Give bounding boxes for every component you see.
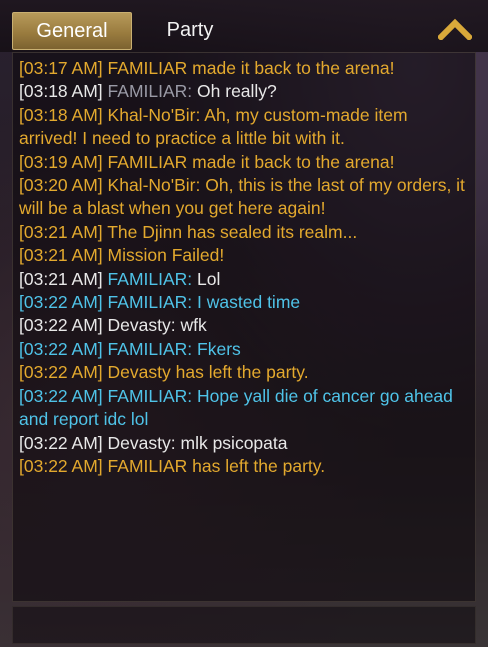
- message-timestamp: [03:22 AM]: [19, 385, 103, 406]
- chat-input-bar[interactable]: [12, 606, 476, 644]
- message-timestamp: [03:18 AM]: [19, 104, 103, 125]
- chat-log[interactable]: [03:17 AM] FAMILIAR made it back to the …: [12, 52, 476, 602]
- chat-message: [03:22 AM] Devasty: wfk: [19, 314, 469, 337]
- message-text: The Djinn has sealed its realm...: [107, 221, 358, 242]
- message-text: Devasty has left the party.: [107, 362, 309, 383]
- chat-message: [03:21 AM] FAMILIAR: Lol: [19, 268, 469, 291]
- collapse-button[interactable]: [436, 14, 474, 44]
- message-text: Mission Failed!: [107, 245, 225, 266]
- message-timestamp: [03:20 AM]: [19, 175, 103, 196]
- tab-party[interactable]: Party: [140, 12, 240, 48]
- message-timestamp: [03:22 AM]: [19, 338, 103, 359]
- chat-message: [03:22 AM] FAMILIAR: I wasted time: [19, 291, 469, 314]
- message-speaker[interactable]: FAMILIAR:: [108, 81, 193, 101]
- chat-message: [03:22 AM] Devasty: mlk psicopata: [19, 432, 469, 455]
- message-timestamp: [03:17 AM]: [19, 58, 103, 78]
- message-speaker[interactable]: Devasty:: [108, 433, 176, 453]
- message-speaker[interactable]: FAMILIAR:: [108, 386, 193, 406]
- chevron-up-icon: [438, 18, 472, 40]
- message-text: mlk psicopata: [180, 432, 288, 453]
- message-timestamp: [03:19 AM]: [19, 151, 103, 172]
- chat-message: [03:18 AM] FAMILIAR: Oh really?: [19, 80, 469, 103]
- message-speaker[interactable]: Devasty:: [108, 315, 176, 335]
- chat-message: [03:22 AM] FAMILIAR: Fkers: [19, 338, 469, 361]
- message-speaker[interactable]: Khal-No'Bir:: [108, 175, 201, 195]
- chat-message: [03:22 AM] FAMILIAR has left the party.: [19, 455, 469, 478]
- chat-message: [03:21 AM] Mission Failed!: [19, 244, 469, 267]
- message-timestamp: [03:21 AM]: [19, 268, 103, 289]
- message-timestamp: [03:22 AM]: [19, 315, 103, 336]
- chat-message: [03:17 AM] FAMILIAR made it back to the …: [19, 57, 469, 80]
- message-timestamp: [03:22 AM]: [19, 455, 103, 476]
- message-timestamp: [03:22 AM]: [19, 292, 103, 313]
- message-speaker[interactable]: FAMILIAR:: [108, 269, 193, 289]
- message-speaker[interactable]: FAMILIAR:: [108, 339, 193, 359]
- message-timestamp: [03:22 AM]: [19, 432, 103, 453]
- message-text: FAMILIAR made it back to the arena!: [107, 58, 395, 78]
- chat-window: General Party [03:17 AM] FAMILIAR made i…: [0, 0, 488, 647]
- message-text: FAMILIAR has left the party.: [107, 455, 326, 476]
- chat-message: [03:22 AM] FAMILIAR: Hope yall die of ca…: [19, 385, 469, 432]
- message-text: Fkers: [197, 338, 241, 359]
- message-text: FAMILIAR made it back to the arena!: [107, 151, 395, 172]
- chat-message: [03:19 AM] FAMILIAR made it back to the …: [19, 151, 469, 174]
- message-text: Oh really?: [197, 81, 277, 102]
- message-speaker[interactable]: Khal-No'Bir:: [108, 105, 201, 125]
- chat-tab-bar: General Party: [0, 0, 488, 52]
- chat-message: [03:18 AM] Khal-No'Bir: Ah, my custom-ma…: [19, 104, 469, 151]
- message-text: Lol: [197, 268, 221, 289]
- chat-message: [03:21 AM] The Djinn has sealed its real…: [19, 221, 469, 244]
- tab-general[interactable]: General: [12, 12, 132, 50]
- message-speaker[interactable]: FAMILIAR:: [108, 292, 193, 312]
- message-timestamp: [03:22 AM]: [19, 362, 103, 383]
- message-text: I wasted time: [197, 292, 301, 313]
- message-timestamp: [03:18 AM]: [19, 81, 103, 102]
- message-timestamp: [03:21 AM]: [19, 221, 103, 242]
- chat-message: [03:20 AM] Khal-No'Bir: Oh, this is the …: [19, 174, 469, 221]
- message-timestamp: [03:21 AM]: [19, 245, 103, 266]
- chat-message: [03:22 AM] Devasty has left the party.: [19, 361, 469, 384]
- message-text: wfk: [180, 315, 207, 336]
